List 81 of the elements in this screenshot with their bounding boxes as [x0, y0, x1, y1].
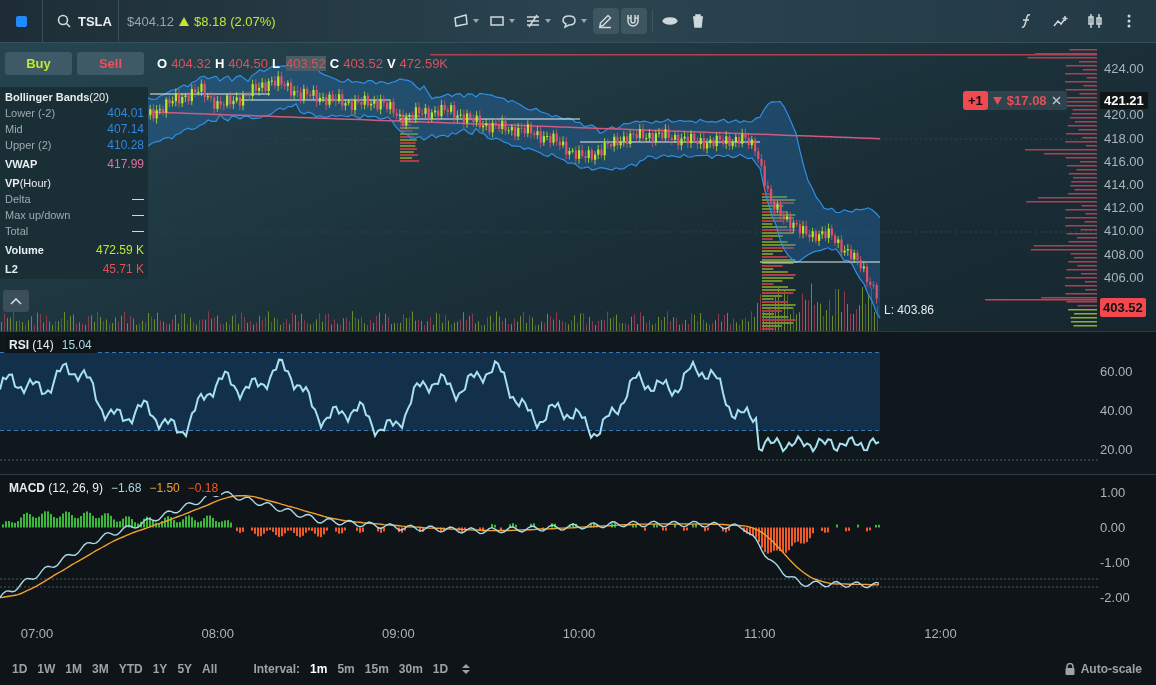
indicator-field: Mid — [5, 123, 23, 135]
indicator-name[interactable]: VP(Hour) — [5, 177, 51, 189]
axis-label: 408.00 — [1103, 245, 1144, 264]
indicator-field: Max up/down — [5, 209, 71, 221]
indicator-field: Lower (-2) — [5, 107, 56, 119]
range-button[interactable]: 1W — [33, 662, 60, 676]
ohlcv-value: 403.52 — [343, 56, 383, 71]
interval-option[interactable]: 1D — [428, 662, 453, 676]
indicator-field: Total — [5, 225, 29, 237]
rsi-value: 15.04 — [61, 338, 92, 352]
indicator-field: Upper (2) — [5, 139, 52, 151]
axis-label: -2.00 — [1100, 589, 1130, 607]
ohlcv-value: 404.32 — [171, 56, 211, 71]
axis-label: -1.00 — [1100, 554, 1130, 572]
last-price-tag: 403.52 — [1100, 298, 1146, 317]
range-button[interactable]: 1D — [8, 662, 32, 676]
indicator-value: — — [132, 208, 144, 222]
interval-option[interactable]: 1m — [306, 662, 332, 676]
macd-title[interactable]: MACD (12, 26, 9) — [9, 481, 104, 495]
axis-label: 424.00 — [1103, 60, 1144, 78]
axis-label: 416.00 — [1103, 152, 1144, 171]
ohlcv-key: C — [329, 56, 340, 71]
ohlcv-key: H — [214, 56, 225, 71]
time-label: 12:00 — [923, 625, 958, 641]
interval-option[interactable]: 15m — [360, 662, 393, 676]
price-change: $8.18 (2.07%) — [194, 13, 276, 29]
indicator-name[interactable]: Volume — [5, 244, 44, 256]
rsi-title[interactable]: RSI (14) — [9, 338, 54, 352]
indicator-value: 404.01 — [107, 106, 144, 120]
macd-value: −1.68 — [111, 481, 142, 495]
indicator-name[interactable]: VWAP — [5, 158, 38, 170]
indicator-value: 45.71 K — [102, 262, 144, 276]
macd-value: −1.50 — [149, 481, 180, 495]
axis-label: 414.00 — [1103, 175, 1144, 194]
time-label: 08:00 — [200, 625, 235, 641]
axis-label: 412.00 — [1103, 199, 1144, 218]
ohlcv-key: V — [386, 56, 396, 71]
interval-option[interactable]: 5m — [333, 662, 359, 676]
indicator-value: — — [132, 192, 144, 206]
auto-scale-button[interactable]: Auto-scale — [1076, 662, 1146, 676]
interval-label: Interval: — [253, 662, 301, 676]
ohlcv-value: 472.59K — [399, 56, 449, 71]
indicator-value: 410.28 — [107, 138, 144, 152]
indicator-value: 472.59 K — [95, 243, 144, 257]
macd-value: −0.18 — [187, 481, 219, 495]
time-label: 09:00 — [381, 625, 416, 641]
buy-button[interactable]: Buy — [5, 52, 72, 75]
time-label: 10:00 — [561, 625, 597, 641]
ohlcv-key: O — [157, 56, 168, 71]
ohlcv-value: 404.50 — [228, 56, 269, 71]
range-button[interactable]: 1M — [61, 662, 86, 676]
axis-label: 40.00 — [1100, 402, 1133, 420]
interval-option[interactable]: 30m — [394, 662, 427, 676]
last-price: $404.12 — [127, 13, 174, 29]
indicator-name[interactable]: Bollinger Bands(20) — [5, 91, 109, 103]
axis-label: 418.00 — [1103, 129, 1144, 148]
indicator-name[interactable]: L2 — [5, 263, 18, 275]
axis-label: 60.00 — [1100, 363, 1133, 381]
range-button[interactable]: 1Y — [148, 662, 172, 676]
range-button[interactable]: 5Y — [173, 662, 197, 676]
indicator-value: — — [132, 224, 144, 238]
axis-label: 420.00 — [1103, 106, 1144, 125]
range-button[interactable]: All — [198, 662, 222, 676]
range-button[interactable]: YTD — [114, 662, 147, 676]
time-label: 07:00 — [19, 625, 55, 641]
position-quantity: +1 — [963, 91, 988, 110]
ohlcv-value: 403.52 — [286, 56, 326, 71]
axis-label: 0.00 — [1100, 519, 1126, 537]
low-price-label: L: 403.86 — [884, 303, 935, 317]
position-price-tag: 421.21 — [1100, 92, 1148, 109]
indicator-value: 407.14 — [107, 122, 144, 136]
axis-label: 406.00 — [1103, 268, 1144, 287]
indicator-value: 417.99 — [107, 157, 144, 171]
indicator-field: Delta — [5, 193, 31, 205]
range-button[interactable]: 3M — [88, 662, 113, 676]
time-label: 11:00 — [742, 625, 777, 641]
axis-label: 410.00 — [1103, 222, 1144, 241]
symbol-label[interactable]: TSLA — [78, 13, 112, 29]
axis-label: 1.00 — [1100, 484, 1126, 502]
axis-label: 20.00 — [1100, 441, 1133, 459]
position-pnl: $17.08 — [1006, 93, 1047, 108]
